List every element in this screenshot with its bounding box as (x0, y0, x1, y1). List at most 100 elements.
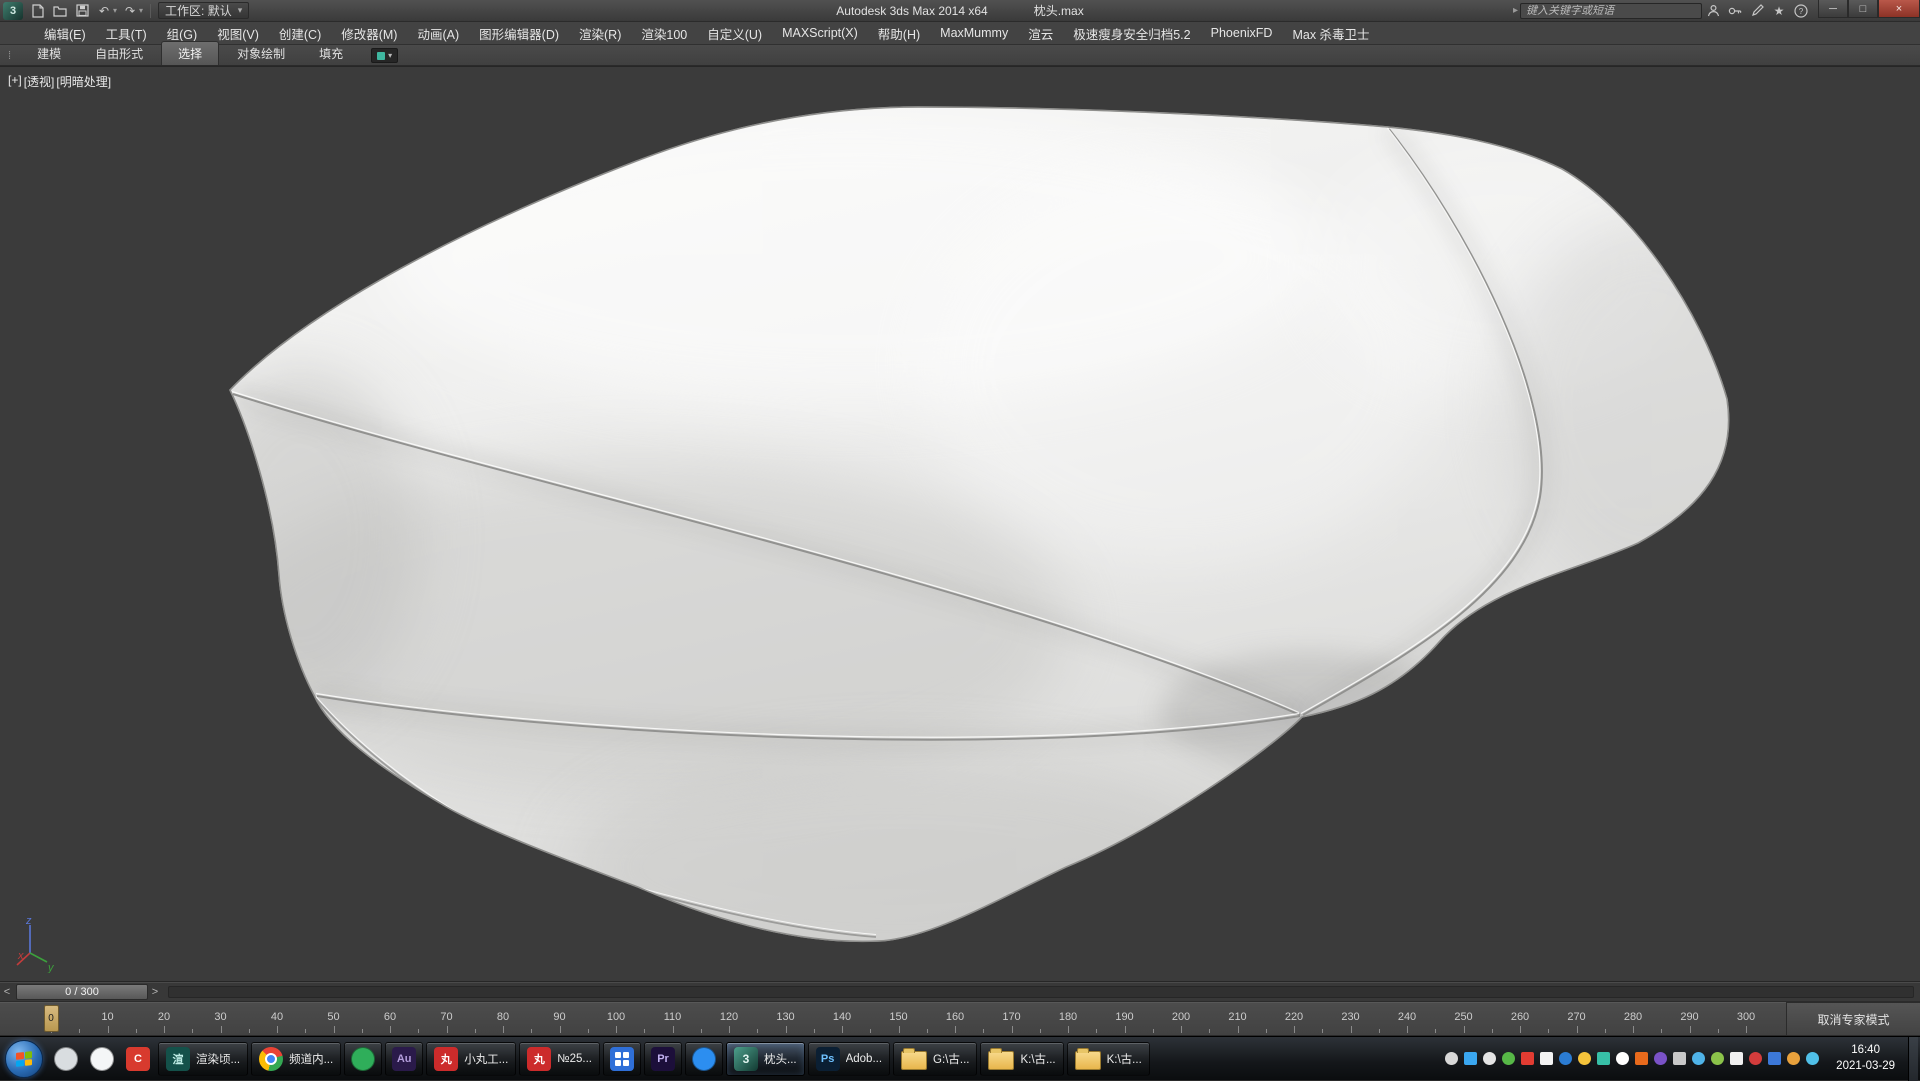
tray-icon[interactable] (1616, 1052, 1629, 1065)
pinned-chat-app[interactable] (85, 1042, 119, 1076)
new-file-icon[interactable] (29, 3, 47, 19)
menu-item[interactable]: 极速瘦身安全归档5.2 (1063, 21, 1200, 46)
taskbar-button[interactable] (603, 1042, 641, 1076)
tray-icon[interactable] (1711, 1052, 1724, 1065)
search-expand-icon[interactable]: ▸ (1513, 5, 1518, 16)
track-bar-ruler[interactable]: 1020304050607080901001101201301401501601… (0, 1002, 1786, 1036)
taskbar-button-渲染顷...[interactable]: 渲渲染顷... (158, 1042, 248, 1076)
tray-icon[interactable] (1806, 1052, 1819, 1065)
tray-icon[interactable] (1654, 1052, 1667, 1065)
app-logo-icon[interactable]: 3 (3, 2, 23, 20)
ruler-tick (673, 1026, 674, 1033)
tray-icon[interactable] (1540, 1052, 1553, 1065)
viewport-general-menu[interactable]: [+] (8, 73, 22, 90)
tray-icon[interactable] (1635, 1052, 1648, 1065)
prev-frame-arrow[interactable]: < (0, 986, 14, 998)
tray-icon[interactable] (1597, 1052, 1610, 1065)
ruler-tick-label: 270 (1567, 1011, 1585, 1023)
ribbon-tab-自由形式[interactable]: 自由形式 (79, 42, 159, 65)
tray-icon[interactable] (1692, 1052, 1705, 1065)
perspective-viewport[interactable]: [+][透视][明暗处理] (0, 66, 1920, 982)
save-file-icon[interactable] (73, 3, 91, 19)
pillow-model[interactable] (0, 67, 1920, 982)
show-desktop-button[interactable] (1908, 1037, 1918, 1081)
menu-item[interactable]: PhoenixFD (1201, 23, 1283, 43)
undo-icon[interactable]: ↶ (95, 3, 113, 19)
cancel-expert-mode-button[interactable]: 取消专家模式 (1786, 1002, 1920, 1036)
menu-item[interactable]: 渲染(R) (569, 21, 631, 46)
open-file-icon[interactable] (51, 3, 69, 19)
viewport-pov-menu[interactable]: [透视] (24, 73, 55, 90)
menu-item[interactable]: 动画(A) (407, 21, 469, 46)
time-slider-track[interactable] (168, 986, 1914, 998)
ribbon-tab-选择[interactable]: 选择 (161, 41, 219, 65)
menu-item[interactable]: Max 杀毒卫士 (1282, 21, 1379, 46)
taskbar-button-G:\古...[interactable]: G:\古... (893, 1042, 977, 1076)
tray-icon[interactable] (1521, 1052, 1534, 1065)
taskbar-clock[interactable]: 16:40 2021-03-29 (1828, 1043, 1903, 1074)
taskbar-button-№25...[interactable]: 丸№25... (519, 1042, 600, 1076)
tray-icon[interactable] (1502, 1052, 1515, 1065)
pencil-icon[interactable] (1747, 3, 1767, 19)
maximize-button[interactable]: □ (1848, 0, 1878, 18)
undo-dropdown-icon[interactable]: ▾ (113, 6, 117, 15)
time-slider-handle[interactable]: 0 / 300 (16, 984, 148, 1000)
cancel-expert-mode-label: 取消专家模式 (1817, 1011, 1889, 1028)
ribbon-grip-icon[interactable]: ⁞ (8, 50, 11, 62)
menu-item[interactable]: 渲云 (1018, 21, 1063, 46)
menu-item[interactable]: 图形编辑器(D) (469, 21, 569, 46)
taskbar-button-Adob...[interactable]: PsAdob... (808, 1042, 890, 1076)
tray-icon[interactable] (1730, 1052, 1743, 1065)
system-tray (1439, 1052, 1825, 1065)
menu-item[interactable]: 帮助(H) (868, 21, 930, 46)
pinned-app-c[interactable]: C (121, 1042, 155, 1076)
tray-icon[interactable] (1559, 1052, 1572, 1065)
app-window: 3 ↶ ▾ ↷ ▾ 工作区: 默认 ▾ Autodesk 3ds Max 201… (0, 0, 1920, 1080)
viewport-shading-menu[interactable]: [明暗处理] (56, 73, 111, 90)
tray-icon[interactable] (1578, 1052, 1591, 1065)
tray-icon[interactable] (1749, 1052, 1762, 1065)
menu-item[interactable]: 自定义(U) (697, 21, 772, 46)
star-icon[interactable]: ★ (1769, 3, 1789, 19)
ribbon-tab-建模[interactable]: 建模 (21, 42, 77, 65)
taskbar-button-枕头...[interactable]: 3枕头... (726, 1042, 805, 1076)
menu-item[interactable]: 渲染100 (631, 21, 697, 46)
redo-icon[interactable]: ↷ (121, 3, 139, 19)
workspace-selector[interactable]: 工作区: 默认 ▾ (158, 2, 249, 19)
ruler-minor-tick (1322, 1029, 1323, 1033)
ruler-tick (164, 1026, 165, 1033)
redo-dropdown-icon[interactable]: ▾ (139, 6, 143, 15)
close-button[interactable]: × (1878, 0, 1920, 18)
help-icon[interactable]: ? (1791, 3, 1811, 19)
taskbar-button[interactable] (685, 1042, 723, 1076)
ribbon-tab-对象绘制[interactable]: 对象绘制 (221, 42, 301, 65)
menu-item[interactable]: MaxMummy (930, 23, 1018, 43)
tray-icon[interactable] (1768, 1052, 1781, 1065)
taskbar-button-K:\古...[interactable]: K:\古... (980, 1042, 1063, 1076)
tray-icon[interactable] (1464, 1052, 1477, 1065)
key-icon[interactable] (1725, 3, 1745, 19)
pinned-app-1[interactable] (49, 1042, 83, 1076)
ribbon-overflow-button[interactable]: ▾ (371, 48, 398, 63)
taskbar-button-频道内...[interactable]: 频道内... (251, 1042, 341, 1076)
start-button[interactable] (5, 1040, 43, 1078)
tray-icon[interactable] (1483, 1052, 1496, 1065)
window-controls: ─ □ × (1818, 0, 1920, 21)
minimize-button[interactable]: ─ (1818, 0, 1848, 18)
search-input[interactable] (1520, 3, 1702, 19)
ribbon-tab-填充[interactable]: 填充 (303, 42, 359, 65)
ruler-tick-label: 20 (158, 1011, 170, 1023)
taskbar-button[interactable] (344, 1042, 382, 1076)
next-frame-arrow[interactable]: > (148, 986, 162, 998)
taskbar-button[interactable]: Pr (644, 1042, 682, 1076)
taskbar-button-K:\古...[interactable]: K:\古... (1067, 1042, 1150, 1076)
tray-icon[interactable] (1673, 1052, 1686, 1065)
current-frame-marker[interactable]: 0 (44, 1005, 59, 1032)
ruler-tick (1351, 1026, 1352, 1033)
menu-item[interactable]: MAXScript(X) (772, 23, 868, 43)
tray-icon[interactable] (1787, 1052, 1800, 1065)
community-icon[interactable] (1703, 3, 1723, 19)
taskbar-button-小丸工...[interactable]: 丸小丸工... (426, 1042, 516, 1076)
taskbar-button[interactable]: Au (385, 1042, 423, 1076)
tray-icon[interactable] (1445, 1052, 1458, 1065)
